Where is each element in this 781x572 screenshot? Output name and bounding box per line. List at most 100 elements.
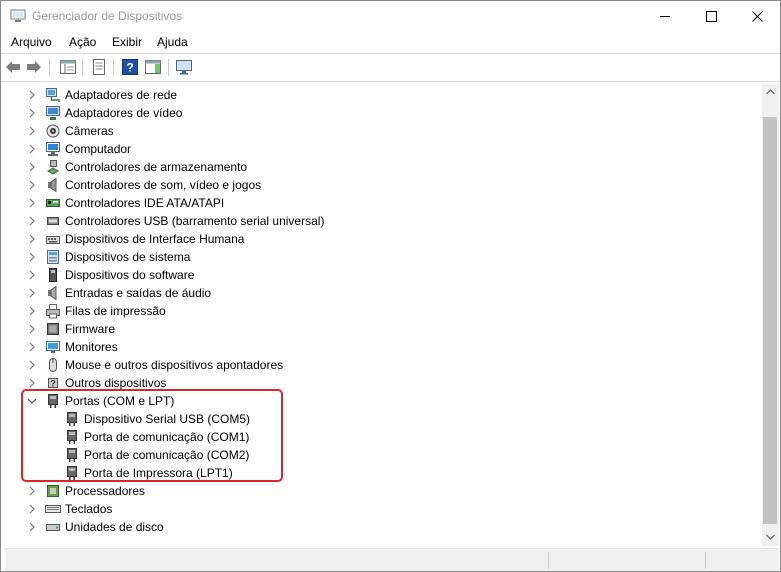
expander-collapsed-icon[interactable] [26,359,38,371]
tree-item-network-adapter-label: Adaptadores de rede [65,88,178,102]
keyboard-icon [45,505,61,513]
tree-item-hid[interactable]: Dispositivos de Interface Humana [5,230,745,248]
vertical-scrollbar[interactable] [762,84,779,546]
ports-highlight-box [21,389,283,482]
expander-collapsed-icon[interactable] [26,179,38,191]
tree-item-ide-controller[interactable]: Controladores IDE ATA/ATAPI [5,194,745,212]
maximize-button[interactable] [688,1,734,32]
toolbar-separator [113,59,114,76]
minimize-icon [659,16,670,17]
status-separator [548,552,549,569]
expander-collapsed-icon[interactable] [26,323,38,335]
action-pane-icon [145,60,161,74]
scan-hardware-button[interactable] [175,58,193,76]
status-bar [5,548,779,571]
display-adapter-icon [46,106,60,120]
tree-item-system-device[interactable]: Dispositivos de sistema [5,248,745,266]
tree-item-speaker[interactable]: Controladores de som, vídeo e jogos [5,176,745,194]
tree-item-system-device-label: Dispositivos de sistema [65,250,191,264]
expander-collapsed-icon[interactable] [26,503,38,515]
tree-item-software-device[interactable]: Dispositivos do software [5,266,745,284]
minimize-button[interactable] [642,1,688,32]
system-device-icon [47,250,59,264]
tree-item-keyboard[interactable]: Teclados [5,500,745,518]
expander-collapsed-icon[interactable] [26,287,38,299]
tree-item-network-adapter[interactable]: Adaptadores de rede [5,86,745,104]
expander-collapsed-icon[interactable] [26,197,38,209]
arrow-right-icon [27,61,41,73]
menu-acao[interactable]: Ação [69,35,96,49]
console-tree-icon [60,60,76,74]
back-button[interactable] [4,58,22,76]
expander-collapsed-icon[interactable] [26,143,38,155]
print-queue-icon [46,304,60,319]
show-hide-tree-button[interactable] [59,58,77,76]
tree-item-mouse[interactable]: Mouse e outros dispositivos apontadores [5,356,745,374]
tree-item-print-queue-label: Filas de impressão [65,304,166,318]
expander-collapsed-icon[interactable] [26,485,38,497]
svg-text:?: ? [50,379,56,389]
tree-item-print-queue[interactable]: Filas de impressão [5,302,745,320]
tree-item-usb-label: Controladores USB (barramento serial uni… [65,214,325,228]
arrow-left-icon [6,61,20,73]
status-separator [705,552,706,569]
tree-item-usb[interactable]: Controladores USB (barramento serial uni… [5,212,745,230]
expander-collapsed-icon[interactable] [26,251,38,263]
storage-controller-icon [47,160,59,175]
tree-item-mouse-label: Mouse e outros dispositivos apontadores [65,358,284,372]
tree-item-disk-drive-label: Unidades de disco [65,520,164,534]
scroll-down-icon [766,534,775,540]
close-button[interactable] [734,1,780,32]
computer-icon [46,142,60,156]
toolbar-separator [82,59,83,76]
tree-item-computer[interactable]: Computador [5,140,745,158]
usb-icon [47,217,59,225]
tree-item-monitor[interactable]: Monitores [5,338,745,356]
tree-item-camera[interactable]: Câmeras [5,122,745,140]
expander-collapsed-icon[interactable] [26,233,38,245]
tree-item-speaker-label: Controladores de som, vídeo e jogos [65,178,262,192]
tree-item-display-adapter[interactable]: Adaptadores de vídeo [5,104,745,122]
audio-io-icon [48,285,57,301]
forward-button[interactable] [25,58,43,76]
help-button[interactable]: ? [121,58,139,76]
expander-collapsed-icon[interactable] [26,341,38,353]
tree-item-processor[interactable]: Processadores [5,482,745,500]
expander-collapsed-icon[interactable] [26,161,38,173]
expander-collapsed-icon[interactable] [26,269,38,281]
vertical-scroll-thumb[interactable] [763,117,777,524]
tree-item-processor-label: Processadores [65,484,146,498]
expander-collapsed-icon[interactable] [26,521,38,533]
tree-item-firmware-label: Firmware [65,322,115,336]
properties-button[interactable] [90,58,108,76]
network-adapter-icon [46,88,60,102]
tree-item-storage-controller[interactable]: Controladores de armazenamento [5,158,745,176]
hid-icon [46,236,60,244]
monitor-scan-icon [176,60,192,75]
tree-item-audio-io[interactable]: Entradas e saídas de áudio [5,284,745,302]
expander-collapsed-icon[interactable] [26,305,38,317]
processor-icon [47,485,59,497]
expander-collapsed-icon[interactable] [26,107,38,119]
firmware-icon [47,323,59,335]
menu-ajuda[interactable]: Ajuda [157,35,188,49]
tree-item-firmware[interactable]: Firmware [5,320,745,338]
camera-icon [46,124,60,138]
expander-collapsed-icon[interactable] [26,215,38,227]
tree-item-audio-io-label: Entradas e saídas de áudio [65,286,212,300]
menu-exibir[interactable]: Exibir [112,35,142,49]
monitor-icon [46,341,60,353]
expander-collapsed-icon[interactable] [26,89,38,101]
menu-arquivo[interactable]: Arquivo [11,35,52,49]
toolbar: ? [1,53,780,82]
speaker-icon [48,177,57,193]
menu-bar: Arquivo Ação Exibir Ajuda [1,32,780,53]
scroll-up-icon [766,89,775,95]
expander-collapsed-icon[interactable] [26,377,38,389]
close-icon [751,11,763,22]
expander-collapsed-icon[interactable] [26,125,38,137]
tree-item-disk-drive[interactable]: Unidades de disco [5,518,745,536]
action-view-button[interactable] [144,58,162,76]
tree-item-storage-controller-label: Controladores de armazenamento [65,160,248,174]
disk-drive-icon [46,524,60,531]
